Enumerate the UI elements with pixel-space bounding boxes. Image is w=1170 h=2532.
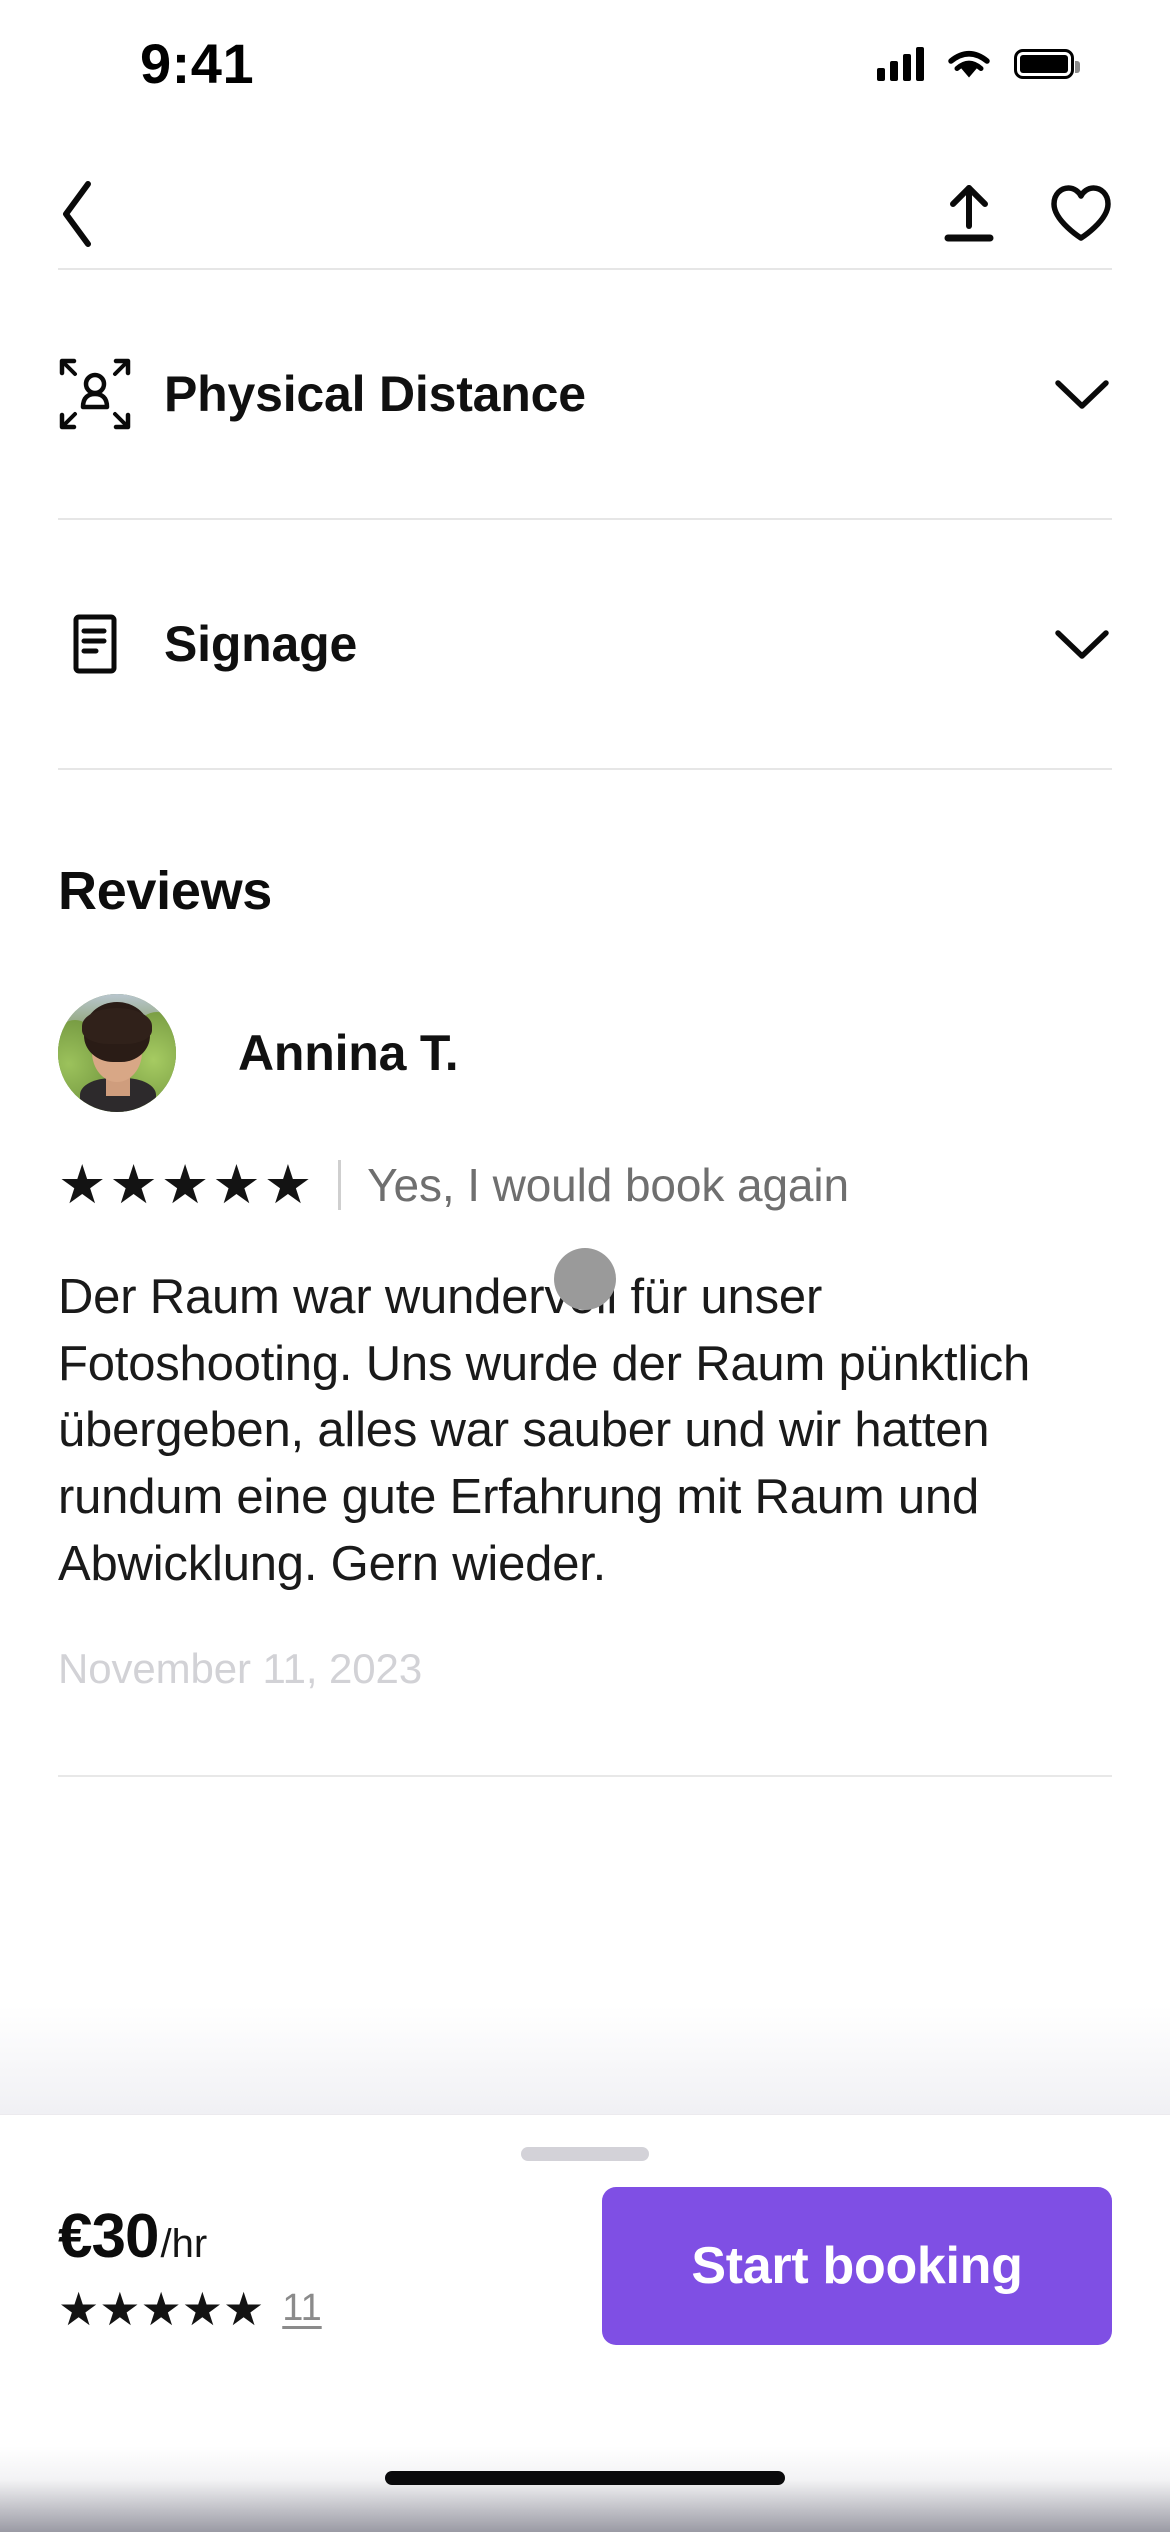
- signage-document-icon: [58, 607, 132, 681]
- status-bar-indicators: [877, 47, 1080, 81]
- avatar: [58, 994, 176, 1112]
- star-icon: ★: [223, 2282, 265, 2335]
- accordion-physical-distance[interactable]: Physical Distance: [0, 270, 1170, 518]
- battery-full-icon: [1014, 49, 1080, 79]
- review-author-name: Annina T.: [238, 1025, 459, 1081]
- accordion-signage[interactable]: Signage: [0, 520, 1170, 768]
- review-text: Der Raum war wundervoll für unser Fotosh…: [58, 1270, 1031, 1591]
- star-icon: ★: [181, 2282, 223, 2335]
- sheet-drag-handle[interactable]: [521, 2147, 649, 2161]
- review-rating-row: ★ ★ ★ ★ ★ Yes, I would book again: [0, 1158, 1170, 1212]
- price-unit: /hr: [160, 2221, 208, 2266]
- divider-reviews: [58, 768, 1112, 770]
- chevron-down-icon[interactable]: [1052, 374, 1112, 414]
- app-screen: 9:41 Physical Distance Signage Reviews A…: [0, 0, 1170, 2532]
- overall-rating-row: ★ ★ ★ ★ ★ 11: [58, 2286, 322, 2332]
- star-icon: ★: [58, 1155, 107, 1215]
- rating-divider: [338, 1160, 342, 1210]
- booking-bar-row: €30 /hr ★ ★ ★ ★ ★ 11 Start booking: [0, 2161, 1170, 2345]
- review-count-link[interactable]: 11: [282, 2287, 321, 2330]
- star-icon: ★: [160, 1155, 210, 1215]
- heart-outline-icon[interactable]: [1048, 183, 1114, 245]
- star-icon: ★: [212, 1155, 261, 1215]
- reviews-section-title: Reviews: [58, 861, 273, 921]
- review-author-row: Annina T.: [0, 994, 1170, 1112]
- start-booking-button[interactable]: Start booking: [602, 2187, 1112, 2345]
- accordion-label-signage: Signage: [164, 616, 358, 672]
- star-icon: ★: [109, 1155, 158, 1215]
- star-icon: ★: [99, 2282, 141, 2335]
- status-bar-time: 9:41: [140, 32, 255, 95]
- star-icon: ★: [58, 2282, 100, 2335]
- physical-distance-icon: [58, 357, 132, 431]
- star-icon: ★: [140, 2282, 182, 2335]
- star-icon: ★: [263, 1155, 313, 1215]
- cellular-signal-icon: [877, 47, 924, 81]
- price-block: €30 /hr ★ ★ ★ ★ ★ 11: [58, 2201, 322, 2332]
- back-button[interactable]: [56, 178, 100, 250]
- wifi-icon: [948, 51, 990, 78]
- accordion-label-physical-distance: Physical Distance: [164, 366, 586, 422]
- share-upload-icon[interactable]: [938, 182, 1000, 246]
- navigation-actions: [938, 182, 1114, 246]
- price-amount: €30: [58, 2201, 159, 2271]
- home-indicator-area: [0, 2446, 1170, 2532]
- chevron-down-icon[interactable]: [1052, 624, 1112, 664]
- navigation-bar: [0, 160, 1170, 268]
- review-date: November 11, 2023: [58, 1645, 423, 1693]
- sheet-fade-overlay: [0, 2006, 1170, 2114]
- divider-bottom: [58, 1775, 1112, 1778]
- review-recommendation: Yes, I would book again: [367, 1159, 850, 1211]
- main-content: Physical Distance Signage Reviews Annina…: [0, 268, 1170, 1778]
- touch-point-indicator: [554, 1248, 616, 1310]
- review-star-rating: ★ ★ ★ ★ ★: [58, 1158, 312, 1212]
- price: €30 /hr: [58, 2201, 322, 2272]
- status-bar: 9:41: [0, 0, 1170, 128]
- home-indicator-bar[interactable]: [385, 2471, 785, 2485]
